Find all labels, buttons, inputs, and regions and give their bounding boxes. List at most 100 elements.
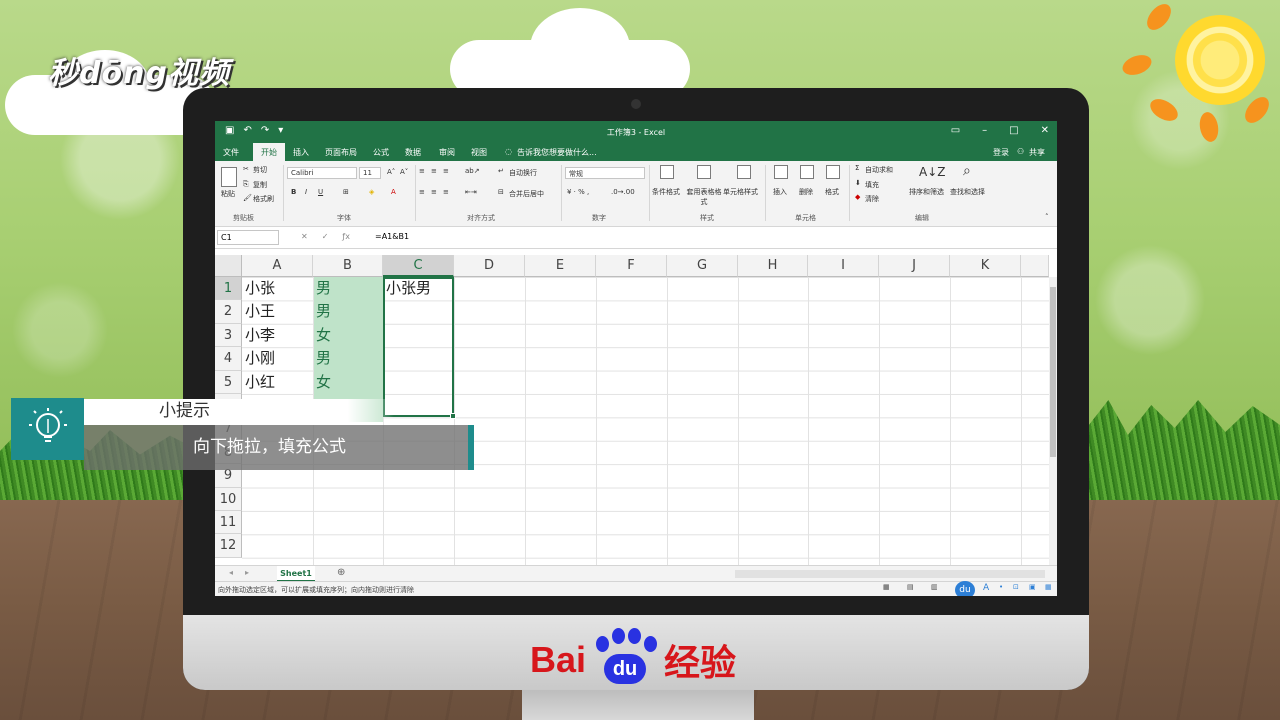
conditional-format-icon[interactable] — [660, 165, 674, 179]
bold-button[interactable]: B — [291, 188, 296, 196]
ime-keyboard-icon[interactable]: ⊡ — [1013, 583, 1019, 591]
autosum-button[interactable]: 自动求和 — [865, 165, 893, 175]
column-header[interactable]: K — [950, 255, 1021, 277]
font-color-icon[interactable]: A — [391, 188, 396, 196]
horizontal-scrollbar[interactable] — [735, 570, 1045, 578]
format-cells-button[interactable]: 格式 — [825, 187, 839, 197]
format-painter-icon[interactable]: 🖌 — [243, 194, 252, 202]
orientation-icon[interactable]: ab↗ — [465, 167, 480, 175]
align-right-icon[interactable]: ≡ — [443, 188, 449, 196]
row-header[interactable]: 12 — [215, 534, 242, 558]
share-button[interactable]: 共享 — [1029, 147, 1045, 158]
format-cells-icon[interactable] — [826, 165, 840, 179]
column-header[interactable]: G — [667, 255, 738, 277]
collapse-ribbon-icon[interactable]: ˄ — [1045, 213, 1049, 221]
cell-b3[interactable]: 女 — [313, 324, 331, 347]
delete-cells-button[interactable]: 删除 — [799, 187, 813, 197]
column-header[interactable]: I — [808, 255, 879, 277]
baidu-du-icon[interactable]: du — [955, 581, 975, 596]
italic-button[interactable]: I — [305, 188, 307, 196]
indent-icon[interactable]: ⇤⇥ — [465, 188, 477, 196]
ime-a-icon[interactable]: A — [983, 583, 989, 593]
column-header[interactable]: E — [525, 255, 596, 277]
name-box[interactable]: C1 — [217, 230, 279, 245]
restore-ribbon-icon[interactable]: ▭ — [951, 125, 960, 136]
column-header[interactable]: D — [454, 255, 525, 277]
cell-b2[interactable]: 男 — [313, 300, 331, 323]
align-left-icon[interactable]: ≡ — [419, 188, 425, 196]
copy-icon[interactable]: ⎘ — [243, 180, 249, 189]
column-header[interactable]: F — [596, 255, 667, 277]
column-header[interactable]: A — [242, 255, 313, 277]
share-icon[interactable]: ⚇ — [1017, 147, 1024, 156]
format-table-icon[interactable] — [697, 165, 711, 179]
row-header[interactable]: 2 — [215, 300, 242, 324]
tab-file[interactable]: 文件 — [223, 147, 239, 158]
format-painter-button[interactable]: 格式刷 — [253, 194, 274, 204]
cell-b4[interactable]: 男 — [313, 347, 331, 370]
number-format-select[interactable]: 常规 — [565, 167, 645, 179]
paste-icon[interactable] — [221, 167, 237, 187]
border-icon[interactable]: ⊞ — [343, 188, 349, 196]
align-bottom-icon[interactable]: ≡ — [443, 167, 449, 175]
format-table-button[interactable]: 套用表格格式 — [685, 187, 723, 207]
cell-a3[interactable]: 小李 — [242, 324, 275, 347]
fill-button[interactable]: 填充 — [865, 180, 879, 190]
cell-a2[interactable]: 小王 — [242, 300, 275, 323]
delete-cells-icon[interactable] — [800, 165, 814, 179]
insert-cells-icon[interactable] — [774, 165, 788, 179]
grow-font-icon[interactable]: A˄ — [387, 168, 395, 176]
row-header[interactable]: 11 — [215, 511, 242, 535]
fill-handle[interactable] — [450, 413, 456, 419]
tab-view[interactable]: 视图 — [471, 147, 487, 158]
tab-data[interactable]: 数据 — [405, 147, 421, 158]
sort-filter-icon[interactable]: A↓Z — [919, 165, 945, 179]
align-center-icon[interactable]: ≡ — [431, 188, 437, 196]
column-header[interactable]: B — [313, 255, 383, 277]
tab-formulas[interactable]: 公式 — [373, 147, 389, 158]
underline-button[interactable]: U — [318, 188, 323, 196]
ime-skin-icon[interactable]: ▦ — [1045, 583, 1052, 591]
merge-center-button[interactable]: 合并后居中 — [509, 189, 544, 199]
copy-button[interactable]: 复制 — [253, 180, 267, 190]
merge-center-icon[interactable]: ⊟ — [498, 188, 504, 196]
conditional-format-button[interactable]: 条件格式 — [652, 187, 680, 197]
insert-cells-button[interactable]: 插入 — [773, 187, 787, 197]
column-header-selected[interactable]: C — [383, 255, 454, 277]
cell-styles-icon[interactable] — [737, 165, 751, 179]
row-header-selected[interactable]: 1 — [215, 277, 242, 301]
scroll-left-icon[interactable]: ◂ — [229, 568, 233, 577]
page-break-view-icon[interactable]: ▥ — [931, 583, 938, 591]
find-select-icon[interactable]: ⌕ — [963, 163, 971, 179]
font-size-select[interactable]: 11 — [359, 167, 381, 179]
tab-review[interactable]: 审阅 — [439, 147, 455, 158]
fill-color-icon[interactable]: ◈ — [369, 188, 374, 196]
cell-a4[interactable]: 小刚 — [242, 347, 275, 370]
find-select-button[interactable]: 查找和选择 — [950, 187, 985, 197]
font-name-select[interactable]: Calibri — [287, 167, 357, 179]
maximize-icon[interactable]: □ — [1009, 125, 1018, 136]
row-header[interactable]: 5 — [215, 370, 242, 394]
decimal-icon[interactable]: .0→.00 — [611, 188, 635, 196]
formula-input[interactable]: =A1&B1 — [371, 230, 1047, 245]
cut-icon[interactable]: ✂ — [243, 165, 249, 173]
fill-icon[interactable]: ⬇ — [855, 179, 861, 187]
row-header[interactable]: 4 — [215, 347, 242, 371]
clear-button[interactable]: 清除 — [865, 194, 879, 204]
cancel-icon[interactable]: ✕ — [301, 232, 308, 241]
vertical-scrollbar[interactable] — [1049, 277, 1057, 565]
cut-button[interactable]: 剪切 — [253, 165, 267, 175]
align-middle-icon[interactable]: ≡ — [431, 167, 437, 175]
row-header[interactable]: 10 — [215, 487, 242, 511]
tab-page-layout[interactable]: 页面布局 — [325, 147, 357, 158]
cell-styles-button[interactable]: 单元格样式 — [723, 187, 758, 197]
column-header[interactable]: J — [879, 255, 950, 277]
shrink-font-icon[interactable]: A˅ — [400, 168, 408, 176]
ime-toolbox-icon[interactable]: ▣ — [1029, 583, 1036, 591]
cell-b5[interactable]: 女 — [313, 371, 331, 394]
select-all-corner[interactable] — [215, 255, 242, 277]
add-sheet-button[interactable]: ⊕ — [337, 567, 345, 578]
cell-b1[interactable]: 男 — [313, 277, 331, 300]
minimize-icon[interactable]: – — [982, 125, 987, 136]
enter-icon[interactable]: ✓ — [322, 232, 329, 241]
